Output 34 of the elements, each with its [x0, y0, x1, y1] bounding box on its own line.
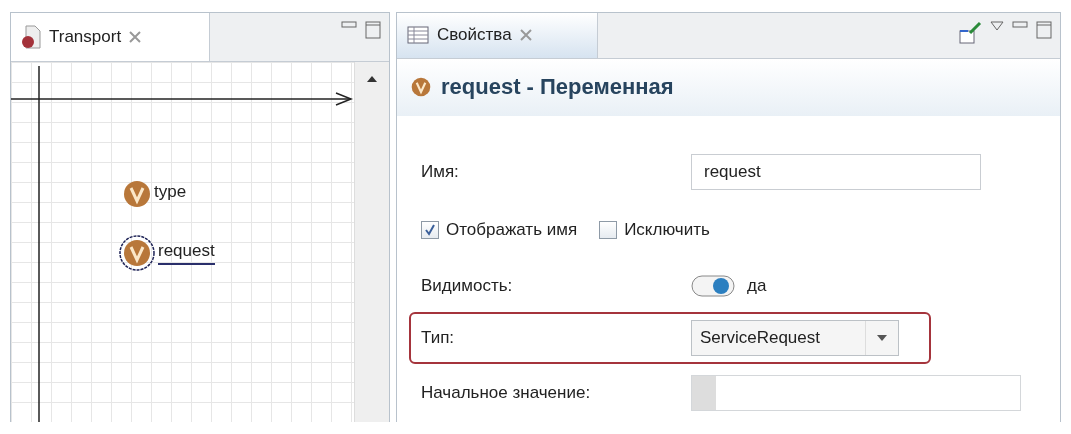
properties-tab[interactable]: Свойства — [397, 13, 598, 58]
variable-icon — [123, 180, 151, 208]
variable-label[interactable]: request — [158, 241, 215, 265]
checkbox[interactable]: Отображать имя — [421, 220, 578, 240]
editor-tab[interactable]: Transport — [11, 13, 210, 61]
minimize-icon[interactable] — [1012, 21, 1028, 31]
field-label: Тип: — [421, 328, 456, 348]
table-icon — [407, 26, 429, 45]
field-label: Имя: — [421, 162, 460, 182]
minimize-icon[interactable] — [341, 21, 357, 31]
pin-icon[interactable] — [958, 21, 982, 45]
checkbox[interactable]: Исключить — [599, 220, 710, 240]
toggle-value: да — [747, 276, 767, 296]
variable-icon — [411, 77, 431, 98]
initial-value-field[interactable] — [691, 375, 1021, 411]
variable-label[interactable]: type — [154, 182, 187, 206]
field-label: Начальное значение: — [421, 383, 592, 403]
close-icon[interactable] — [519, 29, 532, 42]
name-field[interactable]: request — [691, 154, 981, 190]
checkbox-box[interactable] — [599, 221, 618, 239]
caret-icon — [877, 335, 887, 341]
properties-title: request - Переменная — [441, 74, 674, 101]
variable-icon — [119, 235, 155, 271]
close-icon[interactable] — [129, 31, 142, 43]
maximize-icon[interactable] — [365, 21, 381, 39]
checkbox-box[interactable] — [421, 221, 439, 239]
field-label: Видимость: — [421, 276, 514, 296]
maximize-icon[interactable] — [1036, 21, 1052, 39]
scrollbar[interactable] — [354, 62, 389, 422]
toggle-switch[interactable] — [691, 275, 735, 297]
document-icon — [21, 25, 41, 49]
view-menu-icon[interactable] — [990, 21, 1004, 31]
scroll-up-icon[interactable] — [367, 76, 377, 82]
type-dropdown[interactable]: ServiceRequest — [691, 320, 899, 356]
